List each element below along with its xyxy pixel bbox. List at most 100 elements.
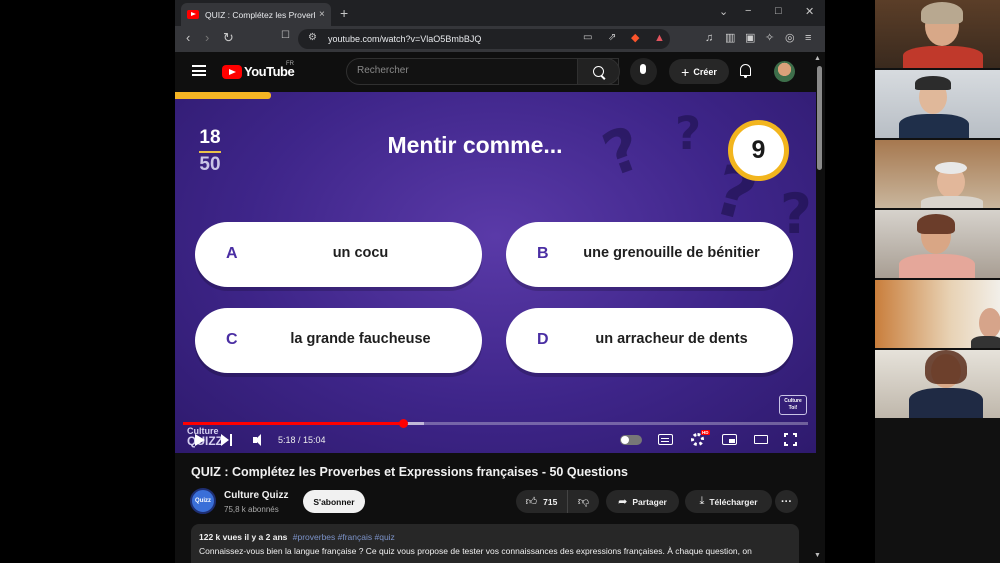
- video-player[interactable]: ? ? ? ? 18 50 Mentir comme... 9 A un coc…: [175, 92, 816, 453]
- url-field[interactable]: ⚙ youtube.com/watch?v=VlaO5BmbBJQ ▭ ⇗: [298, 29, 670, 49]
- fullscreen-button[interactable]: [784, 433, 797, 446]
- reload-button[interactable]: ↻: [223, 31, 234, 45]
- vpn-icon[interactable]: ◎: [785, 32, 795, 44]
- youtube-logo-icon[interactable]: [222, 65, 242, 79]
- participant-tile[interactable]: [875, 350, 1000, 418]
- extensions-icon[interactable]: ✧: [765, 32, 774, 44]
- download-arrow-icon: ⤓: [699, 495, 705, 507]
- download-button[interactable]: ⤓ Télécharger: [685, 490, 772, 513]
- decorative-question-mark: ?: [594, 113, 651, 191]
- back-button[interactable]: ‹: [186, 31, 190, 45]
- hashtags[interactable]: #proverbes #français #quiz: [293, 532, 395, 542]
- like-count: 715: [543, 496, 558, 507]
- next-video-button[interactable]: [221, 434, 233, 446]
- like-button[interactable]: 👍︎ 715: [516, 490, 568, 513]
- question-text: Mentir comme...: [387, 132, 563, 158]
- answer-letter: B: [537, 245, 549, 262]
- progress-played: [183, 422, 403, 425]
- question-total: 50: [199, 154, 221, 175]
- create-button[interactable]: + Créer: [669, 59, 729, 84]
- participant-tile[interactable]: [875, 280, 1000, 348]
- description-box[interactable]: 122 k vues il y a 2 ans #proverbes #fran…: [191, 524, 799, 563]
- autoplay-toggle[interactable]: [620, 435, 642, 445]
- participant-hair: [925, 350, 967, 384]
- play-button[interactable]: [195, 434, 205, 446]
- answer-text: une grenouille de bénitier: [583, 245, 760, 261]
- hamburger-menu-icon[interactable]: [192, 65, 206, 76]
- subtitles-button[interactable]: [658, 434, 673, 445]
- countdown-timer: 9: [728, 120, 789, 181]
- participant-face: [979, 308, 1000, 338]
- volume-icon[interactable]: [253, 434, 265, 446]
- participant-body: [971, 336, 1000, 348]
- participant-tile[interactable]: [875, 210, 1000, 278]
- search-button[interactable]: [577, 58, 620, 85]
- tab-title: QUIZ : Complétez les Proverbes: [205, 9, 315, 20]
- answer-option-c: C la grande faucheuse: [195, 308, 482, 373]
- time-display: 5:18 / 15:04: [278, 435, 326, 445]
- search-input[interactable]: [357, 65, 577, 76]
- channel-name[interactable]: Culture Quizz: [224, 490, 288, 501]
- rewards-icon[interactable]: ▲: [654, 32, 665, 44]
- answer-text: la grande faucheuse: [290, 331, 431, 347]
- bookmark-icon[interactable]: ☐: [281, 30, 290, 41]
- miniplayer-button[interactable]: [722, 434, 737, 445]
- sidebar-icon[interactable]: ▥: [725, 32, 735, 44]
- progress-bar[interactable]: [183, 419, 808, 428]
- tab-close-icon[interactable]: ×: [319, 9, 325, 20]
- youtube-favicon-icon: [187, 10, 199, 19]
- share-arrow-icon: ➦: [618, 496, 628, 508]
- answer-letter: D: [537, 331, 549, 348]
- browser-tab[interactable]: QUIZ : Complétez les Proverbes ×: [181, 3, 331, 26]
- participant-tile[interactable]: [875, 140, 1000, 208]
- notifications-bell-icon[interactable]: [740, 64, 751, 78]
- subscribe-button[interactable]: S'abonner: [303, 490, 365, 513]
- menu-icon[interactable]: ≡: [805, 32, 811, 44]
- minimize-button[interactable]: −: [745, 5, 751, 17]
- share-label: Partager: [632, 496, 667, 507]
- create-label: Créer: [693, 66, 717, 77]
- scroll-down-arrow-icon[interactable]: ▼: [814, 552, 821, 559]
- watermark-line: QUIZZ: [187, 434, 223, 448]
- question-timer-bar: [175, 92, 272, 99]
- new-tab-button[interactable]: +: [340, 5, 348, 21]
- tab-search-icon[interactable]: ⌄: [719, 5, 728, 18]
- cast-icon[interactable]: ▭: [583, 32, 592, 43]
- share-page-icon[interactable]: ⇗: [608, 32, 616, 43]
- media-icon[interactable]: ♫: [705, 32, 713, 44]
- channel-avatar[interactable]: Quizz: [190, 488, 216, 514]
- participant-hair: [921, 2, 963, 24]
- like-dislike-group: 👍︎ 715 👎︎: [516, 490, 599, 513]
- more-actions-button[interactable]: ···: [775, 490, 798, 513]
- site-info-icon[interactable]: ⚙: [308, 32, 317, 43]
- thumbs-down-icon: 👎︎: [577, 496, 590, 508]
- decorative-question-mark: ?: [675, 107, 702, 160]
- user-avatar[interactable]: [774, 61, 795, 82]
- hd-badge: HD: [701, 430, 710, 435]
- progress-scrubber[interactable]: [398, 419, 408, 428]
- page-scrollbar-thumb[interactable]: [817, 66, 822, 170]
- dislike-button[interactable]: 👎︎: [568, 490, 599, 513]
- close-window-button[interactable]: ✕: [805, 5, 814, 18]
- address-bar: ‹ › ↻ ☐ ⚙ youtube.com/watch?v=VlaO5BmbBJ…: [175, 26, 825, 52]
- culture-toi-logo: Culture Toi!: [779, 395, 807, 415]
- video-call-panel: [875, 0, 1000, 563]
- maximize-button[interactable]: □: [775, 5, 782, 17]
- share-button[interactable]: ➦ Partager: [606, 490, 679, 513]
- theater-mode-button[interactable]: [754, 435, 768, 444]
- url-text: youtube.com/watch?v=VlaO5BmbBJQ: [328, 34, 482, 44]
- voice-search-button[interactable]: [630, 58, 657, 85]
- participant-tile[interactable]: [875, 0, 1000, 68]
- participant-tile[interactable]: [875, 70, 1000, 138]
- answer-letter: A: [226, 245, 238, 262]
- participant-body: [909, 388, 983, 418]
- download-label: Télécharger: [709, 496, 758, 507]
- participant-body: [903, 46, 983, 68]
- forward-button[interactable]: ›: [205, 31, 209, 45]
- scroll-up-arrow-icon[interactable]: ▲: [814, 55, 821, 62]
- plus-icon: +: [681, 63, 690, 80]
- brave-shield-icon[interactable]: ◆: [631, 32, 639, 44]
- participant-body: [899, 114, 969, 138]
- culture-quizz-watermark: Culture QUIZZ: [187, 427, 223, 448]
- wallet-icon[interactable]: ▣: [745, 32, 755, 44]
